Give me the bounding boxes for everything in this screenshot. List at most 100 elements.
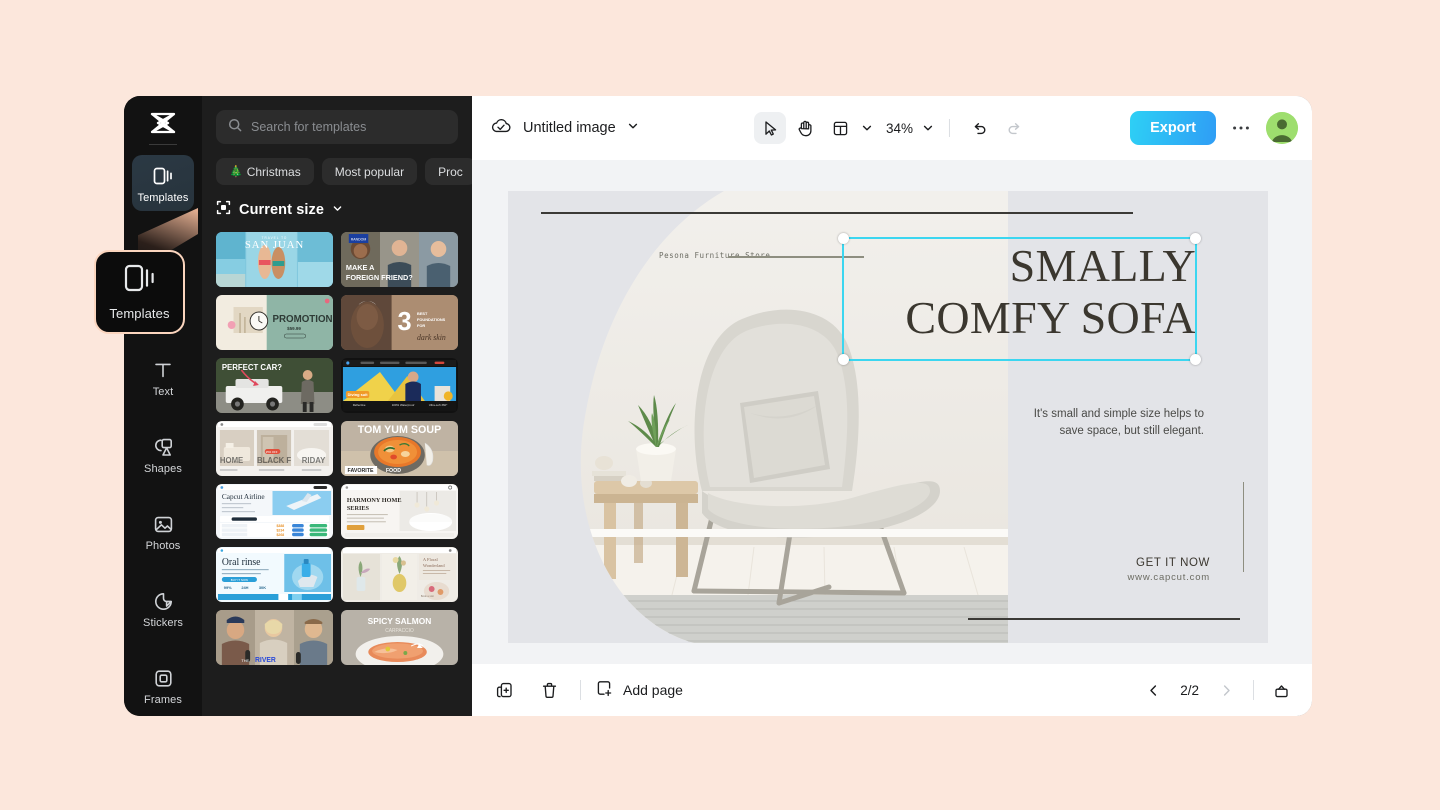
- template-card[interactable]: A Floral Wonderland Book a visit: [341, 547, 458, 602]
- chevron-down-icon[interactable]: [627, 119, 639, 137]
- filter-chip-christmas[interactable]: 🎄 Christmas: [216, 158, 314, 185]
- template-card[interactable]: PERFECT CAR?: [216, 358, 333, 413]
- export-button[interactable]: Export: [1130, 111, 1216, 145]
- capcut-logo-icon[interactable]: [140, 110, 186, 136]
- resize-handle-bottom-right[interactable]: [1190, 354, 1201, 365]
- headline-text[interactable]: SMALLY COMFY SOFA: [844, 240, 1196, 344]
- svg-text:HOME: HOME: [220, 456, 243, 465]
- toolbar-tools: 34%: [753, 112, 1030, 144]
- svg-text:Reflective: Reflective: [353, 403, 366, 407]
- search-input[interactable]: [251, 120, 446, 134]
- sidebar-item-text[interactable]: Text: [132, 349, 194, 405]
- hand-tool-button[interactable]: [789, 112, 821, 144]
- svg-text:CARPACCIO: CARPACCIO: [385, 628, 414, 634]
- chip-label: Proc: [438, 164, 463, 179]
- trash-icon[interactable]: [534, 675, 564, 705]
- svg-text:RIDAY: RIDAY: [302, 456, 326, 465]
- svg-text:PROMOTION: PROMOTION: [273, 314, 333, 325]
- template-card[interactable]: RANDOM MAKE A FOREIGN FRIEND?: [341, 232, 458, 287]
- sidebar-item-label: Stickers: [143, 617, 183, 629]
- more-horizontal-icon[interactable]: [1228, 115, 1254, 141]
- chip-label: Christmas: [246, 164, 301, 179]
- undo-button[interactable]: [963, 112, 995, 144]
- decor-top-rule: [541, 212, 1133, 214]
- pages-panel-icon[interactable]: [1268, 677, 1294, 703]
- svg-text:RIVER: RIVER: [255, 657, 276, 664]
- chevron-left-icon[interactable]: [1140, 677, 1166, 703]
- page-indicator: 2/2: [1180, 682, 1199, 698]
- zoom-chevron-down-icon[interactable]: [920, 122, 936, 134]
- capcut-editor-window: Templates Upload Text: [124, 96, 1312, 716]
- svg-text:FOOD: FOOD: [386, 468, 401, 474]
- redo-button[interactable]: [998, 112, 1030, 144]
- current-size-filter[interactable]: Current size: [202, 200, 472, 220]
- document-title-group[interactable]: Untitled image: [490, 117, 639, 140]
- template-card[interactable]: Diving suit Reflective 100% Waterproof U…: [341, 358, 458, 413]
- document-title: Untitled image: [523, 120, 616, 136]
- template-card[interactable]: 3 BEST FOUNDATIONS FOR dark skin: [341, 295, 458, 350]
- duplicate-page-icon[interactable]: [490, 675, 520, 705]
- svg-text:HARMONY HOME: HARMONY HOME: [347, 497, 402, 504]
- svg-text:SAN JUAN: SAN JUAN: [245, 239, 304, 251]
- page-navigation: 2/2: [1140, 677, 1294, 703]
- editor-area: Untitled image 34% Export Pesona Furnitu…: [472, 96, 1312, 716]
- add-page-icon: [595, 679, 614, 701]
- select-tool-button[interactable]: [753, 112, 786, 144]
- templates-callout[interactable]: Templates: [94, 250, 185, 334]
- filter-chip-product[interactable]: Proc: [425, 158, 472, 185]
- sidebar-item-label: Templates: [137, 192, 189, 204]
- christmas-tree-icon: 🎄: [229, 166, 243, 178]
- chevron-down-icon: [332, 201, 343, 219]
- template-card[interactable]: SAN JUAN TRAVEL TO: [216, 232, 333, 287]
- templates-grid: SAN JUAN TRAVEL TO RANDOM MAKE A FOREIGN…: [202, 232, 472, 692]
- cta-block[interactable]: GET IT NOW www.capcut.com: [1128, 557, 1210, 583]
- topbar-right-group: Export: [1130, 111, 1298, 145]
- svg-text:FOR: FOR: [417, 323, 425, 328]
- svg-text:SERIES: SERIES: [347, 505, 370, 512]
- sidebar-item-frames[interactable]: Frames: [132, 657, 194, 713]
- svg-text:Diving suit: Diving suit: [348, 392, 369, 397]
- chip-label: Most popular: [334, 164, 405, 179]
- sidebar-item-templates[interactable]: Templates: [132, 155, 194, 211]
- template-card[interactable]: SPICY SALMON CARPACCIO: [341, 610, 458, 665]
- rail-divider: [149, 144, 177, 145]
- canvas-workspace[interactable]: Pesona Furniture Store SMALLY COMFY SOFA…: [472, 160, 1312, 664]
- sidebar-item-label: Photos: [145, 540, 181, 552]
- svg-text:99%: 99%: [224, 585, 232, 590]
- svg-text:100% Waterproof: 100% Waterproof: [392, 403, 415, 407]
- body-text[interactable]: It's small and simple size helps to save…: [1024, 406, 1204, 441]
- sidebar-item-shapes[interactable]: Shapes: [132, 426, 194, 482]
- add-page-label: Add page: [623, 682, 683, 698]
- search-templates-box[interactable]: [216, 110, 458, 144]
- template-card[interactable]: RIVER THE: [216, 610, 333, 665]
- template-card[interactable]: TOM YUM SOUP FAVORITE FOOD: [341, 421, 458, 476]
- sidebar-item-photos[interactable]: Photos: [132, 503, 194, 559]
- svg-text:BEST: BEST: [417, 311, 428, 316]
- template-card[interactable]: Oral rinse BUY IT NOW 99% 24H 30K: [216, 547, 333, 602]
- template-card[interactable]: 25% OFF HOME BLACK F RIDAY: [216, 421, 333, 476]
- callout-label: Templates: [109, 306, 170, 321]
- svg-text:BUY IT NOW: BUY IT NOW: [231, 578, 248, 582]
- cta-url: www.capcut.com: [1127, 572, 1210, 583]
- photos-icon: [151, 512, 175, 536]
- add-page-button[interactable]: Add page: [595, 679, 683, 701]
- sidebar-item-stickers[interactable]: Stickers: [132, 580, 194, 636]
- svg-text:dark skin: dark skin: [417, 333, 446, 342]
- frames-icon: [151, 666, 175, 690]
- template-card[interactable]: HARMONY HOME SERIES: [341, 484, 458, 539]
- templates-icon: [123, 263, 157, 298]
- filter-chip-most-popular[interactable]: Most popular: [321, 158, 418, 185]
- text-icon: [151, 358, 175, 382]
- svg-text:THE: THE: [241, 658, 249, 663]
- templates-panel: 🎄 Christmas Most popular Proc Current si…: [202, 96, 472, 716]
- artboard-page[interactable]: Pesona Furniture Store SMALLY COMFY SOFA…: [508, 191, 1268, 643]
- layout-chevron-down-icon[interactable]: [859, 122, 875, 134]
- svg-text:MAKE A: MAKE A: [346, 263, 375, 272]
- template-card[interactable]: PROMOTION $59.99: [216, 295, 333, 350]
- user-avatar-icon[interactable]: [1266, 112, 1298, 144]
- chevron-right-icon[interactable]: [1213, 677, 1239, 703]
- svg-text:25% OFF: 25% OFF: [266, 450, 278, 454]
- svg-text:SPICY SALMON: SPICY SALMON: [368, 616, 432, 626]
- template-card[interactable]: Capcut Airline $388 $234 $268: [216, 484, 333, 539]
- layout-tool-button[interactable]: [824, 112, 856, 144]
